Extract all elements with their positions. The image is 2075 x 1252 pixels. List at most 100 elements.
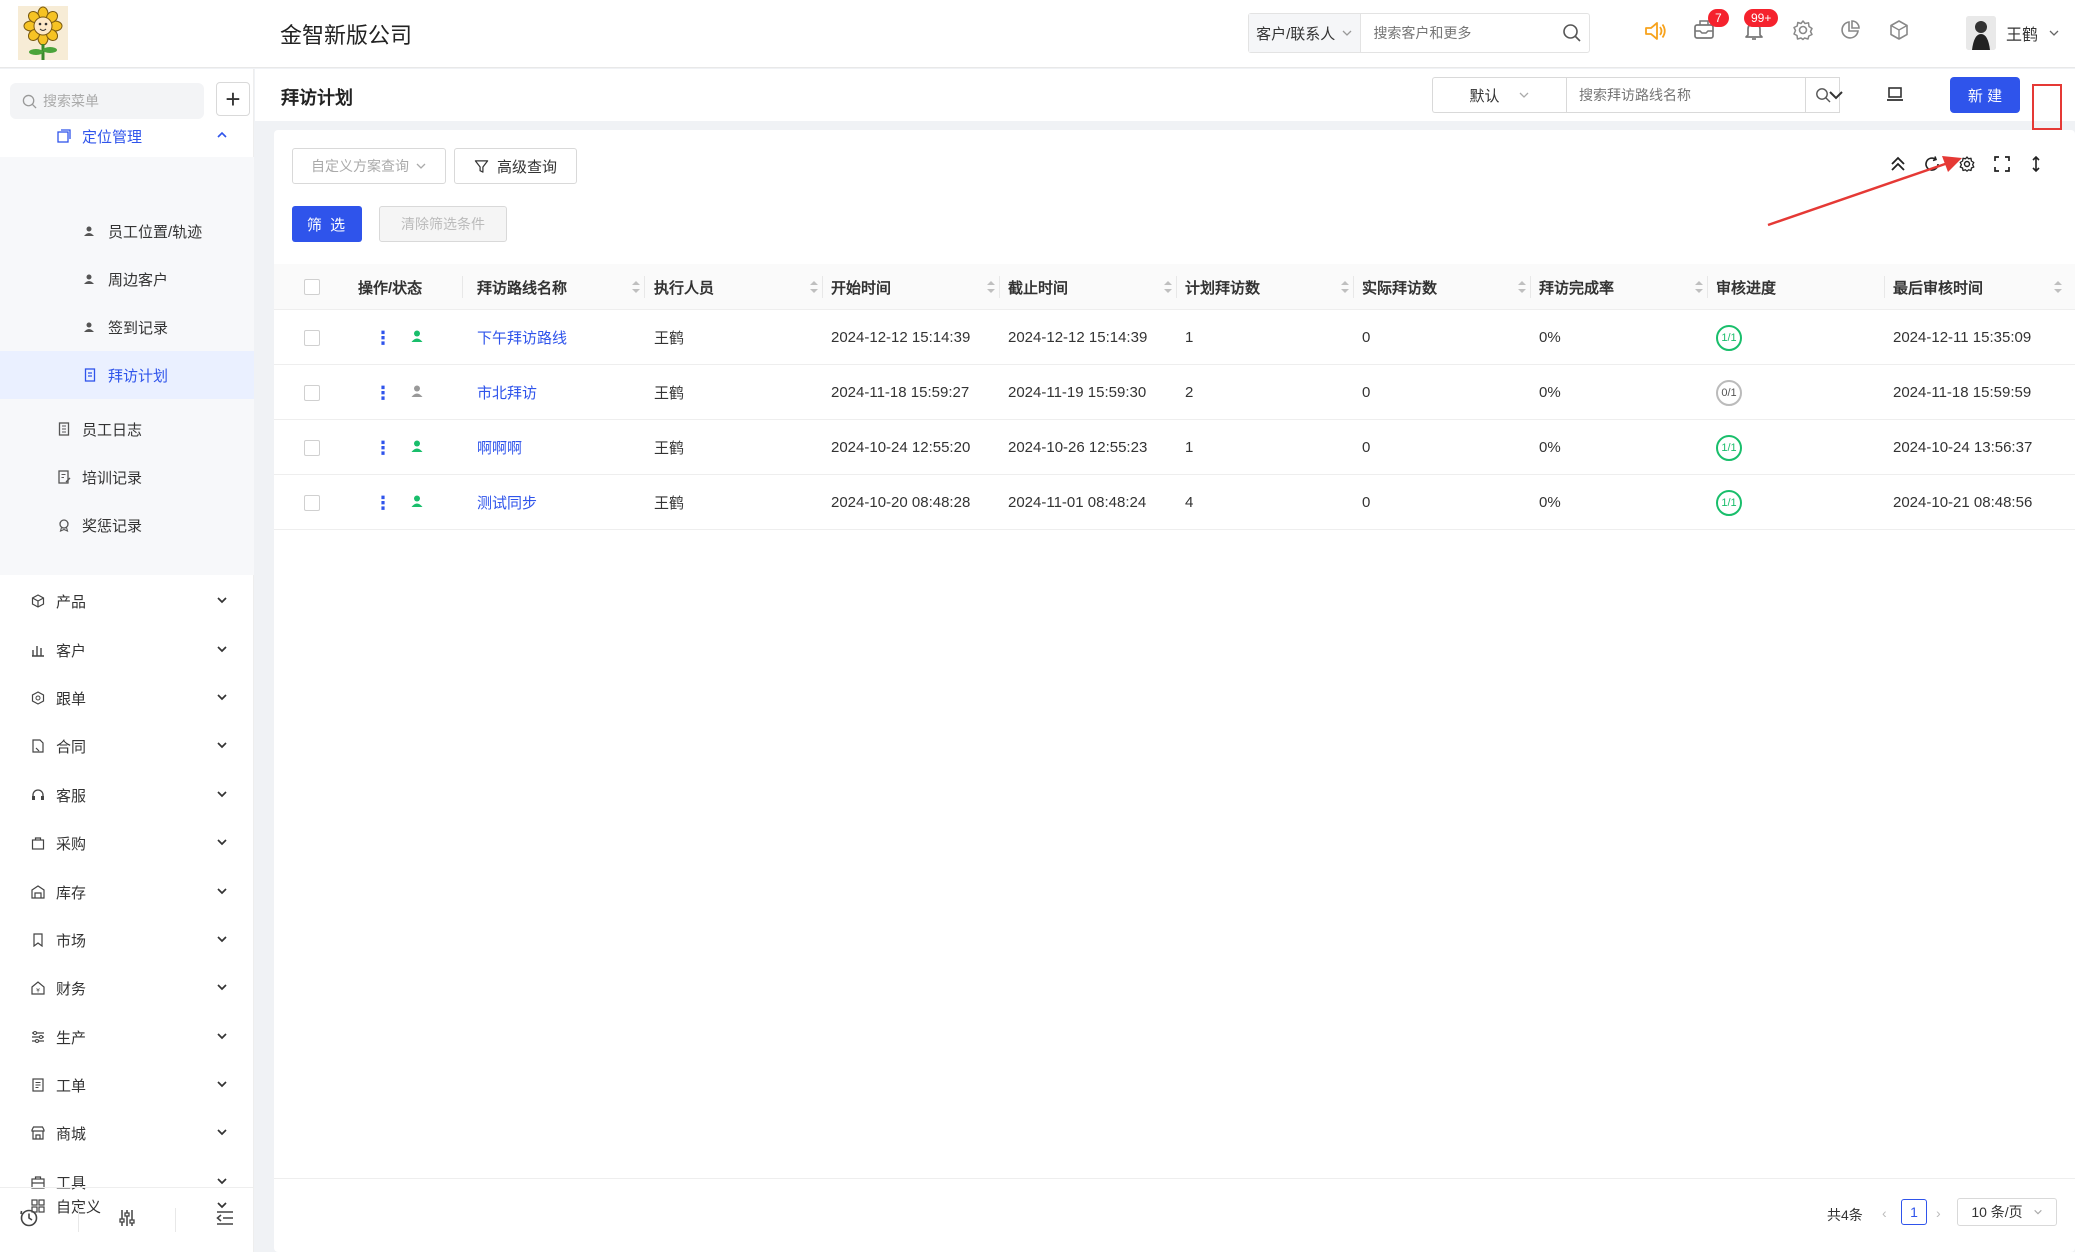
cell-progress[interactable]: 1/1 <box>1716 475 1742 530</box>
sidebar-group-product[interactable]: 产品 <box>0 577 254 625</box>
sort-icon[interactable] <box>1694 279 1704 299</box>
collapse-menu-icon[interactable] <box>215 1208 235 1233</box>
row-checkbox[interactable] <box>304 365 320 420</box>
page-1-button[interactable]: 1 <box>1901 1199 1927 1225</box>
plan-select[interactable]: 默认 <box>1432 77 1566 113</box>
sidebar-group-location[interactable]: 定位管理 <box>0 113 254 159</box>
sort-icon[interactable] <box>1163 279 1173 299</box>
history-icon[interactable] <box>19 1208 39 1233</box>
page-size-select[interactable]: 10 条/页 <box>1957 1198 2057 1226</box>
sort-icon[interactable] <box>631 279 641 299</box>
sidebar-group-inventory[interactable]: 库存 <box>0 868 254 916</box>
sort-icon[interactable] <box>809 279 819 299</box>
sidebar-group-finance[interactable]: ¥ 财务 <box>0 964 254 1012</box>
screen-icon[interactable] <box>1885 84 1905 109</box>
sort-icon[interactable] <box>1340 279 1350 299</box>
th-completion-rate[interactable]: 拜访完成率 <box>1539 264 1716 310</box>
sidebar-item-nearby-customers[interactable]: 周边客户 <box>0 255 254 303</box>
route-name-link[interactable]: 下午拜访路线 <box>477 310 567 365</box>
sidebar-item-rewards[interactable]: 奖惩记录 <box>0 501 254 549</box>
th-executor[interactable]: 执行人员 <box>654 264 831 310</box>
bookmark-icon <box>30 932 46 948</box>
sidebar-group-label: 合同 <box>56 738 87 756</box>
filter-button[interactable]: 筛 选 <box>292 206 362 242</box>
next-page-icon[interactable]: › <box>1936 1205 1941 1221</box>
sidebar-item-checkin-records[interactable]: 签到记录 <box>0 303 254 351</box>
sidebar-group-service[interactable]: 客服 <box>0 771 254 819</box>
th-start-time[interactable]: 开始时间 <box>831 264 1008 310</box>
mail-icon[interactable]: 7 <box>1692 9 1729 47</box>
more-actions-icon[interactable]: ⋮ <box>374 329 392 347</box>
row-checkbox[interactable] <box>304 310 320 365</box>
sidebar-item-employee-track[interactable]: 员工位置/轨迹 <box>0 207 254 255</box>
checkbox[interactable] <box>304 279 320 295</box>
th-end-time[interactable]: 截止时间 <box>1008 264 1185 310</box>
global-search-input[interactable] <box>1361 14 1555 52</box>
sidebar-group-production[interactable]: 生产 <box>0 1013 254 1061</box>
route-name-link[interactable]: 市北拜访 <box>477 365 537 420</box>
checkbox[interactable] <box>304 439 320 456</box>
approved-user-icon <box>410 439 424 457</box>
hexagon-icon <box>30 690 46 706</box>
sidebar-item-visit-plan[interactable]: 拜访计划 <box>0 351 254 399</box>
speaker-icon[interactable] <box>1642 18 1668 49</box>
route-name-link[interactable]: 测试同步 <box>477 475 537 530</box>
sidebar-group-mall[interactable]: 商城 <box>0 1109 254 1157</box>
sidebar-group-contract[interactable]: 合同 <box>0 722 254 770</box>
sunflower-logo[interactable] <box>18 6 68 60</box>
more-actions-icon[interactable]: ⋮ <box>374 384 392 402</box>
sidebar-item-employee-log[interactable]: 员工日志 <box>0 405 254 453</box>
cell-actual: 0 <box>1362 384 1371 401</box>
cell-progress[interactable]: 0/1 <box>1716 365 1742 420</box>
fullscreen-icon[interactable] <box>1990 152 2014 176</box>
sort-icon[interactable] <box>2053 279 2063 299</box>
bell-icon[interactable]: 99+ <box>1742 9 1779 47</box>
refresh-icon[interactable] <box>1920 152 1944 176</box>
column-settings-icon[interactable] <box>1955 152 1979 176</box>
sidebar-group-workorder[interactable]: 工单 <box>0 1061 254 1109</box>
sidebar-group-purchase[interactable]: 采购 <box>0 819 254 867</box>
search-scope-select[interactable]: 客户/联系人 <box>1249 14 1362 52</box>
route-name-link[interactable]: 啊啊啊 <box>477 420 522 475</box>
cube-icon[interactable] <box>1887 18 1911 47</box>
gear-icon[interactable] <box>1791 18 1815 47</box>
advanced-query-button[interactable]: 高级查询 <box>454 148 577 184</box>
prev-page-icon[interactable]: ‹ <box>1882 1205 1887 1221</box>
expand-search-icon[interactable] <box>1827 86 1845 109</box>
sort-icon[interactable] <box>986 279 996 299</box>
cell-progress[interactable]: 1/1 <box>1716 420 1742 475</box>
checkbox[interactable] <box>304 384 320 401</box>
checkbox[interactable] <box>304 494 320 511</box>
user-menu[interactable]: 王鹤 <box>1966 16 2060 50</box>
row-checkbox[interactable] <box>304 420 320 475</box>
route-search-input[interactable] <box>1567 78 1805 112</box>
sidebar-group-label: 产品 <box>56 593 87 611</box>
more-actions-icon[interactable]: ⋮ <box>374 439 392 457</box>
density-icon[interactable] <box>2024 152 2048 176</box>
chevron-up-icon <box>216 128 228 145</box>
chevron-down-icon <box>216 642 228 659</box>
select-all-checkbox[interactable] <box>304 264 320 310</box>
custom-query-select[interactable]: 自定义方案查询 <box>292 148 446 184</box>
th-last-review-time[interactable]: 最后审核时间 <box>1893 264 2075 310</box>
clear-filter-button[interactable]: 清除筛选条件 <box>379 206 507 242</box>
row-checkbox[interactable] <box>304 475 320 530</box>
add-menu-button[interactable]: + <box>216 82 250 116</box>
sliders-icon[interactable] <box>117 1208 137 1233</box>
collapse-up-icon[interactable] <box>1886 152 1910 176</box>
sidebar-item-training-records[interactable]: 培训记录 <box>0 453 254 501</box>
cell-progress[interactable]: 1/1 <box>1716 310 1742 365</box>
more-actions-icon[interactable]: ⋮ <box>374 494 392 512</box>
sidebar-group-customer[interactable]: 客户 <box>0 626 254 674</box>
global-search-button[interactable] <box>1554 14 1589 52</box>
sidebar-group-market[interactable]: 市场 <box>0 916 254 964</box>
new-button[interactable]: 新 建 <box>1950 77 2020 113</box>
pie-chart-icon[interactable] <box>1838 18 1862 47</box>
th-actual-visits[interactable]: 实际拜访数 <box>1362 264 1539 310</box>
sidebar-group-follow[interactable]: 跟单 <box>0 674 254 722</box>
checkbox[interactable] <box>304 329 320 346</box>
th-route-name[interactable]: 拜访路线名称 <box>477 264 653 310</box>
sort-icon[interactable] <box>1517 279 1527 299</box>
th-planned-visits[interactable]: 计划拜访数 <box>1185 264 1362 310</box>
contract-icon <box>30 738 46 754</box>
